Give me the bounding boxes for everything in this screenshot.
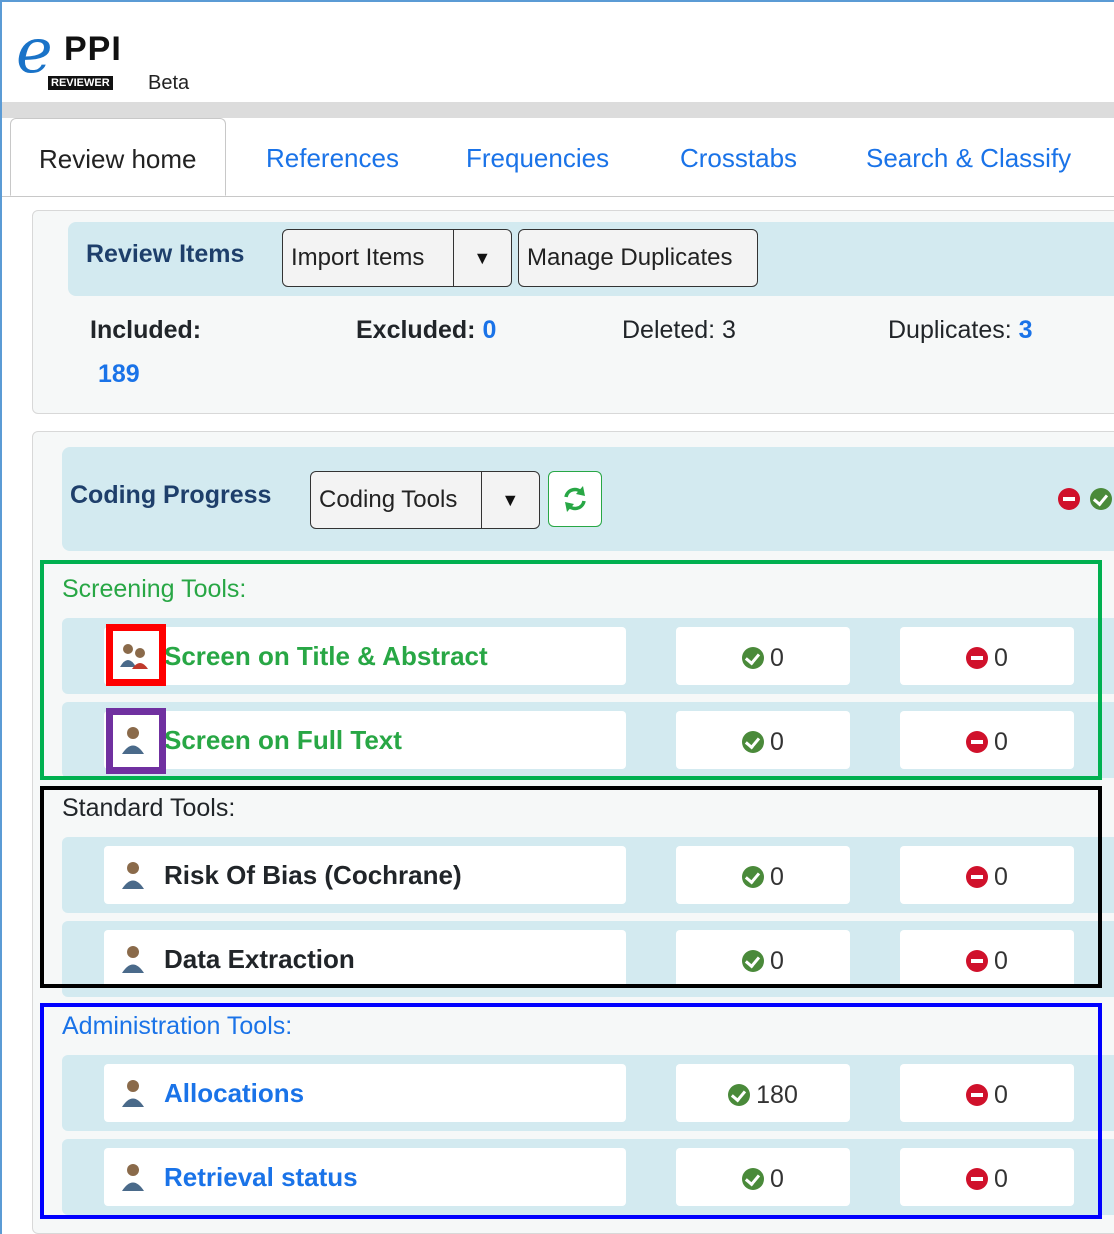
tool-allocations-link[interactable]: Allocations bbox=[164, 1064, 304, 1122]
import-items-split-button: Import Items ▼ bbox=[282, 229, 512, 287]
excluded-count-cell[interactable]: 0 bbox=[900, 711, 1074, 769]
included-icon bbox=[1090, 488, 1112, 510]
logo-reviewer: REVIEWER bbox=[48, 76, 113, 90]
included-count-cell[interactable]: 0 bbox=[676, 711, 850, 769]
check-circle-icon bbox=[742, 647, 765, 670]
tab-frequencies[interactable]: Frequencies bbox=[466, 118, 609, 194]
main-tabs: Review home References Frequencies Cross… bbox=[2, 118, 1114, 197]
included-count-cell[interactable]: 0 bbox=[676, 930, 850, 988]
coding-progress-title: Coding Progress bbox=[70, 481, 272, 509]
coding-tools-dropdown-toggle[interactable]: ▼ bbox=[480, 472, 539, 528]
coding-tools-split-button: Coding Tools ▼ bbox=[310, 471, 540, 529]
logo-bar: e PPI REVIEWER Beta bbox=[2, 2, 1114, 102]
header-included-marker bbox=[1090, 488, 1112, 510]
tool-screen-full-text-link[interactable]: Screen on Full Text bbox=[164, 711, 402, 769]
manage-duplicates-button[interactable]: Manage Duplicates bbox=[518, 229, 758, 287]
logo-e: e bbox=[16, 14, 53, 87]
minus-circle-icon bbox=[966, 950, 989, 973]
header-divider bbox=[2, 102, 1114, 118]
screening-tools-label: Screening Tools: bbox=[62, 575, 247, 603]
duplicates-stat: Duplicates: 3 bbox=[888, 316, 1033, 345]
excluded-count-cell[interactable]: 0 bbox=[900, 1064, 1074, 1122]
check-circle-icon bbox=[728, 1084, 751, 1107]
tool-retrieval-status-link[interactable]: Retrieval status bbox=[164, 1148, 358, 1206]
user-icon bbox=[122, 727, 144, 754]
included-count-cell[interactable]: 0 bbox=[676, 627, 850, 685]
excluded-stat: Excluded: 0 bbox=[356, 316, 496, 345]
coding-tools-button[interactable]: Coding Tools bbox=[311, 472, 481, 528]
minus-circle-icon bbox=[966, 866, 989, 889]
tab-references[interactable]: References bbox=[266, 118, 399, 194]
excluded-label: Excluded: bbox=[356, 316, 476, 344]
tab-search-classify[interactable]: Search & Classify bbox=[866, 118, 1071, 194]
duplicates-label: Duplicates: bbox=[888, 316, 1012, 344]
tool-screen-title-abstract-link[interactable]: Screen on Title & Abstract bbox=[164, 627, 488, 685]
user-icon bbox=[122, 1080, 144, 1107]
user-icon bbox=[122, 946, 144, 973]
tool-data-extraction-link[interactable]: Data Extraction bbox=[164, 930, 355, 988]
tab-review-home[interactable]: Review home bbox=[10, 118, 226, 196]
duplicates-count-link[interactable]: 3 bbox=[1019, 316, 1033, 344]
excluded-count-cell[interactable]: 0 bbox=[900, 1148, 1074, 1206]
user-icon bbox=[122, 862, 144, 889]
header-excluded-marker bbox=[1058, 488, 1080, 510]
check-circle-icon bbox=[742, 731, 765, 754]
minus-circle-icon bbox=[966, 1084, 989, 1107]
logo-ppi: PPI bbox=[64, 30, 122, 68]
excluded-count-cell[interactable]: 0 bbox=[900, 846, 1074, 904]
user-icon bbox=[122, 1164, 144, 1191]
excluded-count-cell[interactable]: 0 bbox=[900, 627, 1074, 685]
included-count-cell[interactable]: 180 bbox=[676, 1064, 850, 1122]
excluded-count-cell[interactable]: 0 bbox=[900, 930, 1074, 988]
excluded-count-link[interactable]: 0 bbox=[482, 316, 496, 344]
refresh-button[interactable] bbox=[548, 471, 602, 527]
check-circle-icon bbox=[742, 1168, 765, 1191]
refresh-icon bbox=[564, 486, 586, 512]
tool-risk-of-bias-link[interactable]: Risk Of Bias (Cochrane) bbox=[164, 846, 462, 904]
included-count-cell[interactable]: 0 bbox=[676, 1148, 850, 1206]
included-count-cell[interactable]: 0 bbox=[676, 846, 850, 904]
minus-circle-icon bbox=[966, 1168, 989, 1191]
standard-tools-label: Standard Tools: bbox=[62, 794, 236, 822]
excluded-icon bbox=[1058, 488, 1080, 510]
beta-label: Beta bbox=[148, 72, 190, 94]
review-items-title: Review Items bbox=[86, 240, 245, 268]
deleted-stat: Deleted: 3 bbox=[622, 316, 736, 344]
included-label: Included: bbox=[90, 316, 202, 344]
check-circle-icon bbox=[742, 866, 765, 889]
import-items-dropdown-toggle[interactable]: ▼ bbox=[452, 230, 511, 286]
administration-tools-label: Administration Tools: bbox=[62, 1012, 293, 1040]
check-circle-icon bbox=[742, 950, 765, 973]
minus-circle-icon bbox=[966, 647, 989, 670]
multi-user-icon bbox=[120, 644, 148, 669]
minus-circle-icon bbox=[966, 731, 989, 754]
included-count-link[interactable]: 189 bbox=[98, 360, 140, 389]
import-items-button[interactable]: Import Items bbox=[283, 230, 453, 286]
tab-crosstabs[interactable]: Crosstabs bbox=[680, 118, 797, 194]
